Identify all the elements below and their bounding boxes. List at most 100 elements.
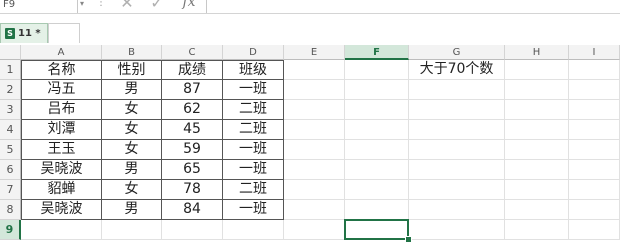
cell-a9[interactable] [21,220,102,240]
cell-f4[interactable] [345,120,409,140]
cell-f3[interactable] [345,100,409,120]
cell-b2[interactable]: 男 [102,80,162,100]
cell-f1[interactable] [345,60,409,80]
cell-h4[interactable] [505,120,569,140]
cell-d8[interactable]: 一班 [223,200,284,220]
cell-c6[interactable]: 65 [162,160,223,180]
row-header-4[interactable]: 4 [0,120,21,140]
cell-a5[interactable]: 王玉 [21,140,102,160]
column-header-f[interactable]: F [345,45,409,60]
spreadsheet-grid[interactable]: A B C D E F G H I 1 2 3 4 5 6 7 8 9 名称 性别 成绩 班级 大于70个数 冯五男 87 一班吕… [0,45,620,248]
cell-d1[interactable]: 班级 [223,60,284,80]
active-cell-selection[interactable] [344,219,409,240]
cell-a4[interactable]: 刘潭 [21,120,102,140]
cell-d4[interactable]: 二班 [223,120,284,140]
row-header-2[interactable]: 2 [0,80,21,100]
cell-h1[interactable] [505,60,569,80]
cell-a6[interactable]: 吴晓波 [21,160,102,180]
cell-e1[interactable] [284,60,345,80]
cell-g7[interactable] [409,180,505,200]
cell-e4[interactable] [284,120,345,140]
cell-c8[interactable]: 84 [162,200,223,220]
cell-f2[interactable] [345,80,409,100]
column-header-e[interactable]: E [284,45,345,60]
cell-f6[interactable] [345,160,409,180]
cell-b6[interactable]: 男 [102,160,162,180]
column-header-c[interactable]: C [162,45,223,60]
cell-c9[interactable] [162,220,223,240]
fill-handle[interactable] [405,236,412,243]
cell-f5[interactable] [345,140,409,160]
cell-i4[interactable] [569,120,620,140]
cell-b9[interactable] [102,220,162,240]
cell-c3[interactable]: 62 [162,100,223,120]
cell-e9[interactable] [284,220,345,240]
cell-e3[interactable] [284,100,345,120]
cell-f7[interactable] [345,180,409,200]
cell-a7[interactable]: 貂蝉 [21,180,102,200]
cell-d9[interactable] [223,220,284,240]
cell-b3[interactable]: 女 [102,100,162,120]
formula-input[interactable] [206,0,620,13]
cell-a3[interactable]: 吕布 [21,100,102,120]
row-header-7[interactable]: 7 [0,180,21,200]
cell-i9[interactable] [569,220,620,240]
cell-e7[interactable] [284,180,345,200]
cell-g1[interactable]: 大于70个数 [409,60,505,80]
cell-b7[interactable]: 女 [102,180,162,200]
cell-h2[interactable] [505,80,569,100]
cell-i5[interactable] [569,140,620,160]
cell-d6[interactable]: 一班 [223,160,284,180]
cell-h8[interactable] [505,200,569,220]
row-header-1[interactable]: 1 [0,60,21,80]
cell-i6[interactable] [569,160,620,180]
cell-i8[interactable] [569,200,620,220]
cell-g5[interactable] [409,140,505,160]
cell-g8[interactable] [409,200,505,220]
cell-d3[interactable]: 二班 [223,100,284,120]
cell-f8[interactable] [345,200,409,220]
name-box[interactable]: F9 [0,0,78,13]
row-header-6[interactable]: 6 [0,160,21,180]
cell-a8[interactable]: 吴晓波 [21,200,102,220]
column-header-g[interactable]: G [409,45,505,60]
cell-a1[interactable]: 名称 [21,60,102,80]
select-all-corner[interactable] [0,45,21,60]
name-box-dropdown-icon[interactable]: ▾ [80,0,90,13]
column-header-d[interactable]: D [223,45,284,60]
cell-i3[interactable] [569,100,620,120]
enter-check-icon[interactable]: ✓ [146,0,168,13]
cell-g2[interactable] [409,80,505,100]
cell-e8[interactable] [284,200,345,220]
cell-b8[interactable]: 男 [102,200,162,220]
cell-c4[interactable]: 45 [162,120,223,140]
new-tab-button[interactable] [48,23,80,43]
row-header-3[interactable]: 3 [0,100,21,120]
column-header-i[interactable]: I [569,45,620,60]
cell-g4[interactable] [409,120,505,140]
cell-h3[interactable] [505,100,569,120]
cell-g9[interactable] [409,220,505,240]
cancel-icon[interactable]: ✕ [116,0,138,13]
cell-i7[interactable] [569,180,620,200]
cell-e5[interactable] [284,140,345,160]
cell-h5[interactable] [505,140,569,160]
cell-e2[interactable] [284,80,345,100]
insert-function-button[interactable]: fx [176,0,202,13]
row-header-9[interactable]: 9 [0,220,21,240]
column-header-b[interactable]: B [102,45,162,60]
cell-d2[interactable]: 一班 [223,80,284,100]
cell-h6[interactable] [505,160,569,180]
cell-c2[interactable]: 87 [162,80,223,100]
cell-c5[interactable]: 59 [162,140,223,160]
cell-g3[interactable] [409,100,505,120]
cell-d7[interactable]: 二班 [223,180,284,200]
row-header-5[interactable]: 5 [0,140,21,160]
cell-d5[interactable]: 一班 [223,140,284,160]
cell-h9[interactable] [505,220,569,240]
column-header-a[interactable]: A [21,45,102,60]
cell-a2[interactable]: 冯五 [21,80,102,100]
cell-c1[interactable]: 成绩 [162,60,223,80]
cell-h7[interactable] [505,180,569,200]
workbook-tab[interactable]: S 11 * [0,23,48,43]
